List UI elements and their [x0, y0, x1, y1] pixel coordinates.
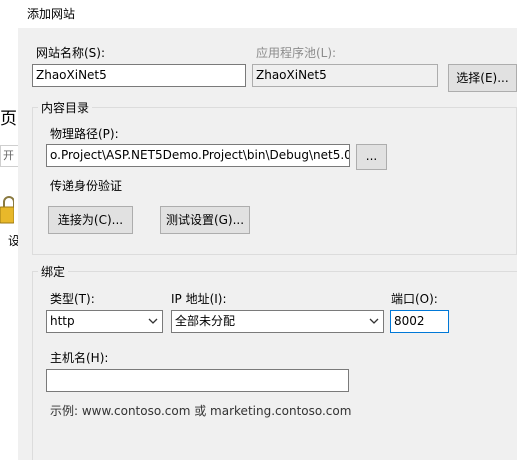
type-dropdown[interactable]: http — [46, 310, 163, 333]
add-website-dialog: 添加网站 网站名称(S): ZhaoXiNet5 应用程序池(L): ZhaoX… — [18, 0, 517, 460]
connect-as-button[interactable]: 连接为(C)... — [48, 206, 133, 234]
physical-path-input[interactable]: o.Project\ASP.NET5Demo.Project\bin\Debug… — [46, 144, 350, 167]
chevron-down-icon — [369, 318, 379, 324]
background-page-text: 页 — [0, 109, 17, 129]
binding-title: 绑定 — [38, 263, 69, 280]
site-name-label: 网站名称(S): — [36, 46, 106, 60]
select-app-pool-button[interactable]: 选择(E)... — [448, 64, 517, 92]
lock-icon — [0, 196, 14, 224]
chevron-down-icon — [148, 318, 158, 324]
dialog-title-bar: 添加网站 — [18, 0, 517, 28]
site-name-input[interactable]: ZhaoXiNet5 — [32, 64, 246, 87]
content-directory-title: 内容目录 — [38, 99, 93, 116]
ip-address-label: IP 地址(I): — [171, 292, 227, 306]
app-pool-field: ZhaoXiNet5 — [252, 64, 438, 87]
type-label: 类型(T): — [50, 292, 95, 306]
type-value: http — [50, 314, 75, 328]
hostname-input[interactable] — [46, 369, 349, 392]
port-label: 端口(O): — [391, 292, 438, 306]
hostname-example: 示例: www.contoso.com 或 marketing.contoso.… — [50, 404, 352, 418]
ip-address-value: 全部未分配 — [175, 314, 236, 328]
hostname-label: 主机名(H): — [50, 351, 109, 365]
pass-auth-label: 传递身份验证 — [50, 179, 123, 193]
ip-address-dropdown[interactable]: 全部未分配 — [171, 310, 384, 333]
test-settings-button[interactable]: 测试设置(G)... — [160, 206, 250, 234]
browse-path-button[interactable]: ... — [356, 144, 387, 170]
physical-path-label: 物理路径(P): — [50, 127, 119, 141]
port-input[interactable]: 8002 — [390, 310, 449, 333]
app-pool-label: 应用程序池(L): — [256, 46, 337, 60]
dialog-title: 添加网站 — [27, 7, 76, 21]
